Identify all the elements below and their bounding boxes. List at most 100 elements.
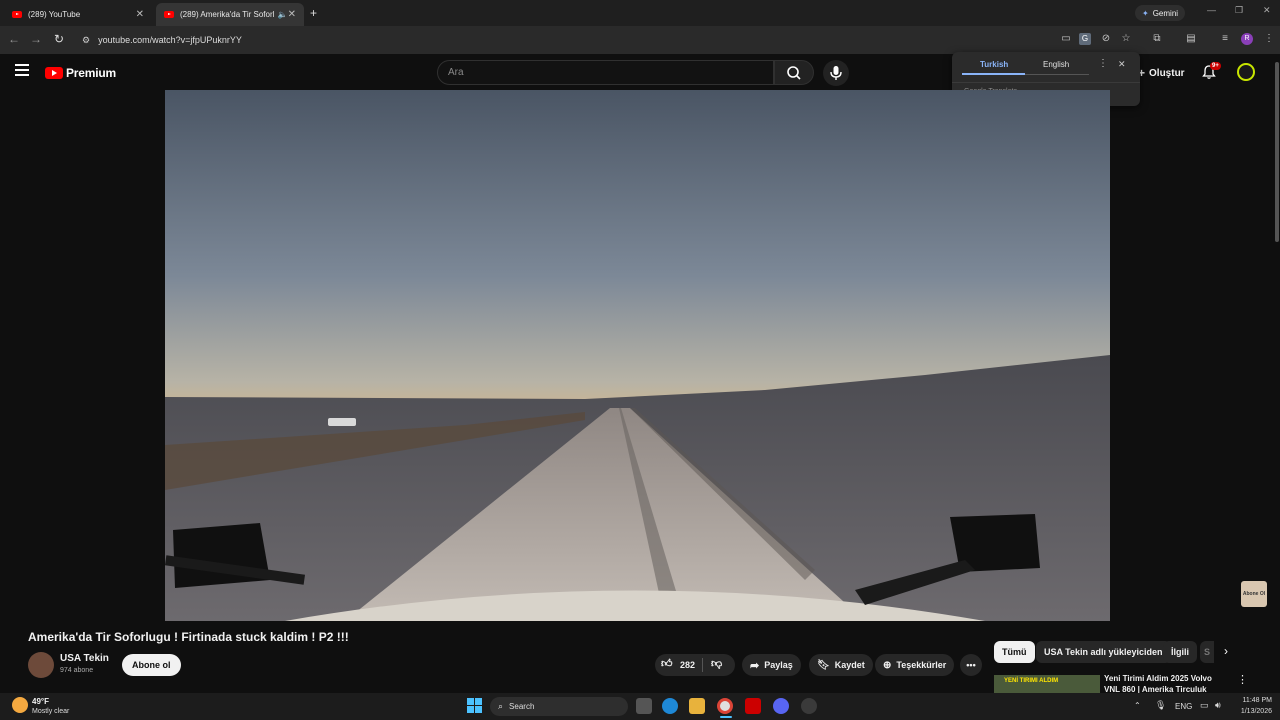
address-bar[interactable]: ⚙ youtube.com/watch?v=jfpUPuknrYY bbox=[76, 30, 1140, 50]
discord-icon[interactable] bbox=[773, 698, 789, 714]
voice-search-button[interactable] bbox=[823, 60, 849, 86]
popup-divider bbox=[952, 82, 1140, 83]
create-button[interactable]: + Oluştur bbox=[1138, 66, 1185, 80]
youtube-app-icon[interactable] bbox=[745, 698, 761, 714]
chevron-up-icon[interactable]: ⌃ bbox=[1134, 701, 1141, 710]
close-tab-icon[interactable]: ✕ bbox=[136, 9, 144, 20]
browser-tab-bar: (289) YouTube ✕ (289) Amerika'da Tir Sof… bbox=[0, 0, 1280, 26]
bookmark-icon: 🔖︎ bbox=[817, 659, 830, 671]
url-text: youtube.com/watch?v=jfpUPuknrYY bbox=[98, 35, 242, 45]
tab-title: (289) Amerika'da Tir Soforlu bbox=[179, 10, 274, 19]
translate-icon[interactable]: G bbox=[1079, 33, 1091, 45]
clock-time[interactable]: 11:48 PM bbox=[1236, 697, 1272, 704]
language-indicator[interactable]: ENG bbox=[1175, 702, 1192, 711]
share-label: Paylaş bbox=[764, 660, 793, 670]
forward-icon[interactable]: → bbox=[29, 32, 43, 46]
maximize-icon[interactable]: ❐ bbox=[1235, 5, 1243, 16]
reload-icon[interactable]: ↻ bbox=[52, 32, 66, 46]
watermark-text: Abone Ol bbox=[1242, 591, 1266, 597]
active-tab-underline bbox=[962, 73, 1025, 75]
chrome-icon[interactable] bbox=[717, 698, 733, 714]
task-view-icon[interactable] bbox=[636, 698, 652, 714]
thanks-button[interactable]: ⊕ Teşekkürler bbox=[875, 654, 955, 676]
gemini-label: Gemini bbox=[1152, 8, 1179, 18]
chip-all[interactable]: Tümü bbox=[994, 641, 1035, 663]
video-frame bbox=[165, 90, 1110, 621]
search-input[interactable]: Ara bbox=[437, 60, 774, 85]
channel-avatar[interactable] bbox=[28, 652, 54, 678]
thumbs-down-icon[interactable]: 👎︎ bbox=[711, 657, 722, 670]
profile-avatar[interactable]: R bbox=[1241, 33, 1253, 45]
like-count[interactable]: 282 bbox=[680, 660, 695, 670]
video-player[interactable] bbox=[165, 90, 1110, 621]
related-title[interactable]: Yeni Tirimi Aldim 2025 Volvo VNL 860 | A… bbox=[1104, 673, 1228, 693]
gemini-button[interactable]: ✦ Gemini bbox=[1135, 5, 1186, 21]
search-icon bbox=[787, 66, 801, 80]
related-thumbnail[interactable]: YENİ TIRIMI ALDIM bbox=[994, 675, 1100, 693]
tab-youtube-home[interactable]: (289) YouTube ✕ bbox=[4, 3, 152, 26]
chip-related[interactable]: İlgili bbox=[1163, 641, 1197, 663]
chevron-right-icon[interactable]: › bbox=[1224, 644, 1228, 658]
microphone-icon[interactable]: 🎙︎ bbox=[1155, 700, 1166, 711]
speaker-icon[interactable]: 🔈 bbox=[278, 10, 288, 19]
edge-icon[interactable] bbox=[662, 698, 678, 714]
language-tab-target[interactable]: English bbox=[1043, 60, 1069, 69]
avatar[interactable] bbox=[1237, 63, 1255, 81]
close-tab-icon[interactable]: ✕ bbox=[288, 9, 296, 20]
back-icon[interactable]: ← bbox=[7, 32, 21, 46]
new-tab-button[interactable]: + bbox=[310, 6, 317, 20]
language-tab-source[interactable]: Turkish bbox=[980, 60, 1008, 69]
taskbar-search-box[interactable]: ⌕ Search bbox=[490, 697, 628, 716]
thumbnail-text: YENİ TIRIMI ALDIM bbox=[1004, 678, 1059, 684]
save-label: Kaydet bbox=[834, 660, 865, 670]
thanks-label: Teşekkürler bbox=[896, 660, 947, 670]
search-placeholder: Ara bbox=[448, 67, 464, 78]
weather-temp[interactable]: 49°F bbox=[32, 697, 49, 706]
thumbs-up-icon[interactable]: 👍︎ bbox=[661, 657, 673, 670]
share-button[interactable]: ➦ Paylaş bbox=[742, 654, 801, 676]
more-actions-button[interactable]: ••• bbox=[960, 654, 982, 676]
search-icon: ⌕ bbox=[498, 701, 504, 711]
youtube-favicon-icon bbox=[12, 11, 22, 18]
close-popup-icon[interactable]: ✕ bbox=[1118, 59, 1126, 70]
channel-name[interactable]: USA Tekin bbox=[60, 653, 109, 664]
side-panel-icon[interactable]: ▤ bbox=[1185, 33, 1197, 45]
volume-icon[interactable]: 🔊︎ bbox=[1215, 700, 1221, 711]
app-icon[interactable] bbox=[801, 698, 817, 714]
extensions-icon[interactable]: ⧉ bbox=[1151, 33, 1163, 45]
hamburger-menu-icon[interactable] bbox=[15, 64, 29, 76]
site-info-icon[interactable]: ⚙ bbox=[82, 35, 90, 46]
subscribe-watermark[interactable]: Abone Ol bbox=[1241, 581, 1267, 607]
youtube-favicon-icon bbox=[164, 11, 174, 18]
chip-truncated[interactable]: S bbox=[1200, 641, 1214, 663]
media-control-icon[interactable]: ≡ bbox=[1219, 33, 1231, 45]
more-options-icon[interactable]: ⋮ bbox=[1098, 58, 1108, 69]
browser-menu-icon[interactable]: ⋮ bbox=[1263, 33, 1275, 45]
windows-start-icon[interactable] bbox=[467, 698, 482, 713]
youtube-premium-logo[interactable]: Premium bbox=[45, 66, 116, 80]
search-button[interactable] bbox=[774, 60, 814, 85]
youtube-logo-icon bbox=[45, 67, 63, 79]
page-scrollbar[interactable] bbox=[1275, 62, 1279, 242]
save-button[interactable]: 🔖︎ Kaydet bbox=[809, 654, 873, 676]
video-title: Amerika'da Tir Soforlugu ! Firtinada stu… bbox=[28, 630, 349, 644]
weather-icon[interactable] bbox=[12, 697, 28, 713]
like-divider bbox=[702, 658, 703, 672]
taskbar-search-label: Search bbox=[509, 702, 535, 711]
notifications-button[interactable]: 9+ bbox=[1201, 62, 1221, 80]
clock-date[interactable]: 1/13/2026 bbox=[1236, 708, 1272, 715]
file-explorer-icon[interactable] bbox=[689, 698, 705, 714]
related-more-icon[interactable]: ⋮ bbox=[1237, 673, 1248, 686]
display-icon[interactable]: ▭ bbox=[1200, 700, 1209, 711]
like-dislike-group: 👍︎ 282 👎︎ bbox=[655, 654, 735, 676]
tab-video-active[interactable]: (289) Amerika'da Tir Soforlu 🔈 ✕ bbox=[156, 3, 304, 26]
bookmark-star-icon[interactable]: ☆ bbox=[1120, 33, 1132, 45]
cast-icon[interactable]: ▭ bbox=[1060, 33, 1072, 45]
chip-uploader[interactable]: USA Tekin adlı yükleyiciden bbox=[1036, 641, 1171, 663]
subscribe-button[interactable]: Abone ol bbox=[122, 654, 181, 676]
gemini-icon: ✦ bbox=[1142, 8, 1149, 18]
eye-off-icon[interactable]: ⊘ bbox=[1100, 33, 1112, 45]
window-close-icon[interactable]: ✕ bbox=[1263, 5, 1271, 16]
minimize-icon[interactable]: — bbox=[1207, 5, 1216, 15]
weather-desc: Mostly clear bbox=[32, 708, 70, 715]
